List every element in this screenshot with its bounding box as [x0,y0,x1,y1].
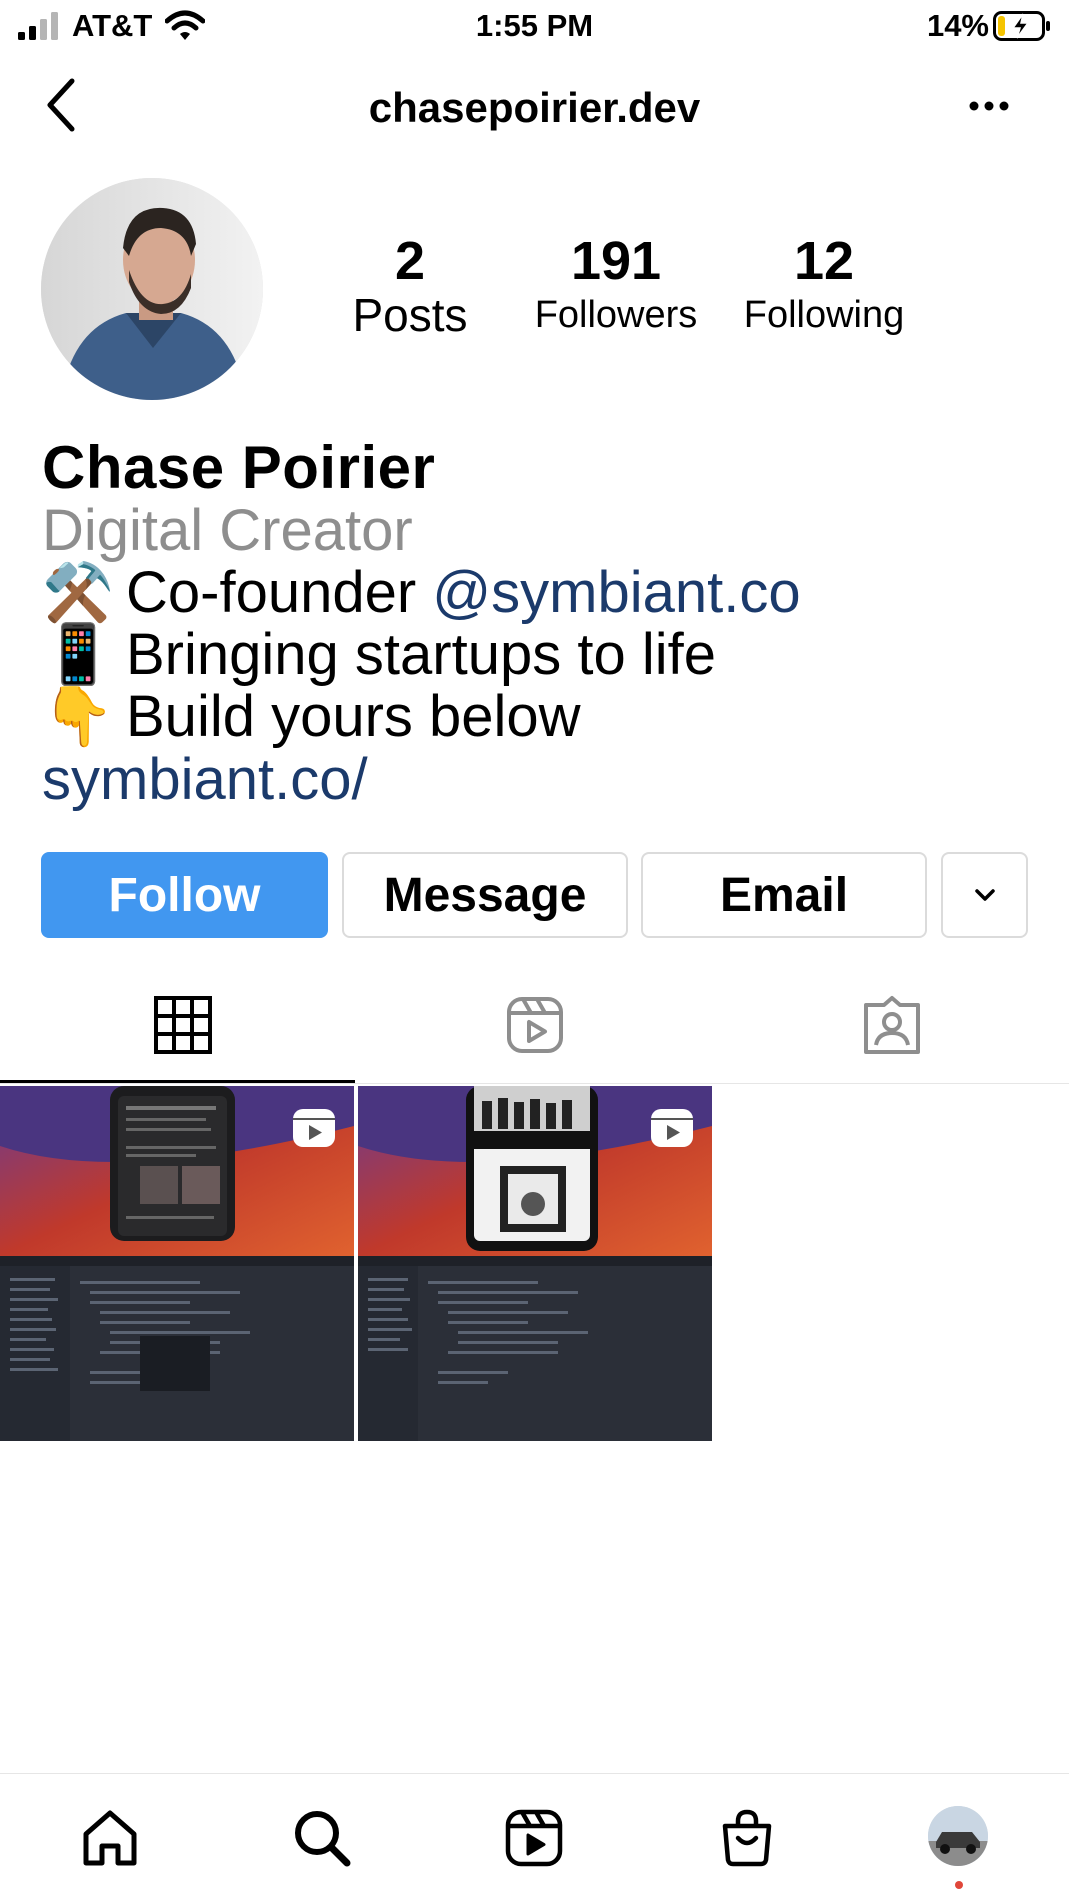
reels-icon[interactable] [504,1808,564,1868]
phone-emoji: 📱 [42,622,115,687]
profile-avatar[interactable] [41,178,263,400]
bio-text: Build yours below [126,684,581,749]
post-thumbnail[interactable] [0,1086,354,1441]
followers-label: Followers [534,294,698,336]
suggested-accounts-button[interactable] [941,852,1028,938]
bio-text: Bringing startups to life [126,622,716,687]
chevron-down-icon [974,889,995,901]
profile-name: Chase Poirier [42,434,436,501]
following-count: 12 [793,231,855,291]
grid-icon[interactable] [153,995,213,1055]
more-options-icon[interactable] [969,100,1009,112]
profile-bio: Chase Poirier Digital Creator ⚒️ Co-found… [42,436,1042,812]
notification-dot [955,1881,963,1889]
tools-emoji: ⚒️ [42,560,115,625]
bio-line: ⚒️ Co-founder @symbiant.co [42,562,1042,624]
posts-label: Posts [352,289,468,341]
bio-text: Co-founder [126,560,433,625]
home-icon[interactable] [80,1808,140,1868]
stat-followers[interactable]: 191 Followers [518,230,714,338]
shop-icon[interactable] [717,1808,777,1868]
profile-avatar[interactable] [928,1806,988,1866]
following-label: Following [743,294,905,336]
tagged-icon[interactable] [862,995,922,1055]
reel-badge-icon [651,1109,693,1147]
pointing-down-emoji: 👇 [42,684,115,749]
email-button[interactable]: Email [641,852,927,938]
follow-button[interactable]: Follow [41,852,328,938]
stat-posts[interactable]: 2 Posts [340,230,480,338]
followers-count: 191 [570,231,662,291]
tab-divider [0,1083,1069,1084]
status-time: 1:55 PM [475,8,594,43]
stat-following[interactable]: 12 Following [724,230,924,338]
battery-charging-icon [993,11,1050,41]
bio-line: 👇 Build yours below [42,686,1042,748]
reel-badge-icon [293,1109,335,1147]
profile-username: chasepoirier.dev [368,84,701,131]
posts-count: 2 [394,231,426,291]
bio-line: 📱 Bringing startups to life [42,624,1042,686]
post-thumbnail[interactable] [358,1086,712,1441]
profile-website-link[interactable]: symbiant.co/ [42,748,1042,812]
message-button[interactable]: Message [342,852,628,938]
battery-percent: 14% [926,8,989,43]
status-bar: AT&T 1:55 PM 14% [0,0,1069,56]
bio-mention-link[interactable]: @symbiant.co [432,560,800,625]
search-icon[interactable] [292,1808,352,1868]
reels-tab-icon[interactable] [505,995,565,1055]
profile-category: Digital Creator [42,498,413,563]
bottom-nav-divider [0,1773,1069,1774]
